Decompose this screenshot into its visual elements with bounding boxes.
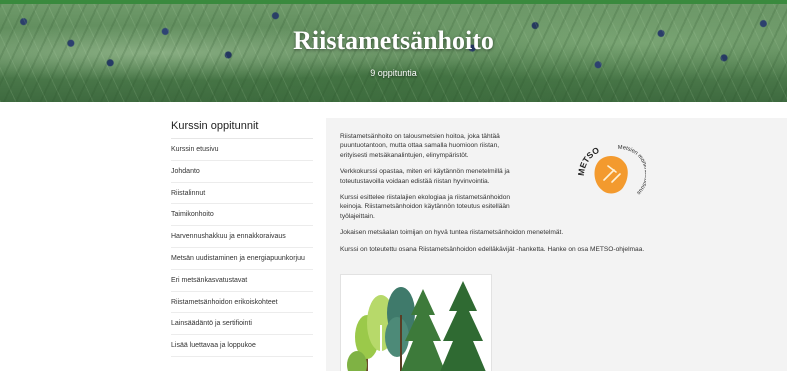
forest-illustration [340, 274, 492, 371]
course-title: Riistametsänhoito [293, 26, 494, 55]
lesson-list: Kurssin etusivu Johdanto Riistalinnut Ta… [171, 139, 313, 357]
metso-logo: METSO Metsien monimuotoisuus [574, 136, 649, 208]
sidebar-item-riistalinnut[interactable]: Riistalinnut [171, 183, 313, 205]
intro-paragraph-2: Verkkokurssi opastaa, miten eri käytännö… [340, 168, 510, 185]
course-hero-banner: Riistametsänhoito 9 oppituntia [0, 4, 787, 102]
sidebar-item-erikoiskohteet[interactable]: Riistametsänhoidon erikoiskohteet [171, 292, 313, 314]
sidebar-item-taimikonhoito[interactable]: Taimikonhoito [171, 204, 313, 227]
intro-paragraph-1: Riistametsänhoito on talousmetsien hoito… [340, 133, 500, 159]
intro-paragraph-5: Kurssi on toteutettu osana Riistametsänh… [340, 245, 645, 253]
sidebar-title: Kurssin oppitunnit [171, 120, 313, 139]
sidebar-item-metsankasvatustavat[interactable]: Eri metsänkasvatustavat [171, 270, 313, 292]
intro-text: Riistametsänhoito on talousmetsien hoito… [340, 132, 516, 221]
intro-paragraph-3: Kurssi esittelee riistalajien ekologiaa … [340, 194, 511, 220]
intro-paragraph-4: Jokaisen metsäalan toimijan on hyvä tunt… [340, 229, 564, 237]
lesson-sidebar: Kurssin oppitunnit Kurssin etusivu Johda… [171, 120, 313, 357]
tree-icons [347, 281, 486, 371]
sidebar-item-johdanto[interactable]: Johdanto [171, 161, 313, 183]
sidebar-item-lainsaadanto[interactable]: Lainsäädäntö ja sertifiointi [171, 313, 313, 336]
sidebar-item-harvennushakkuu[interactable]: Harvennushakkuu ja ennakkoraivaus [171, 226, 313, 248]
sidebar-item-metsan-uudistaminen[interactable]: Metsän uudistaminen ja energiapuunkorjuu [171, 248, 313, 270]
lesson-count: 9 oppituntia [370, 68, 417, 78]
sidebar-item-kurssin-etusivu[interactable]: Kurssin etusivu [171, 139, 313, 161]
sidebar-item-loppukoe[interactable]: Lisää luettavaa ja loppukoe [171, 335, 313, 357]
course-description: Riistametsänhoito on talousmetsien hoito… [326, 118, 787, 371]
